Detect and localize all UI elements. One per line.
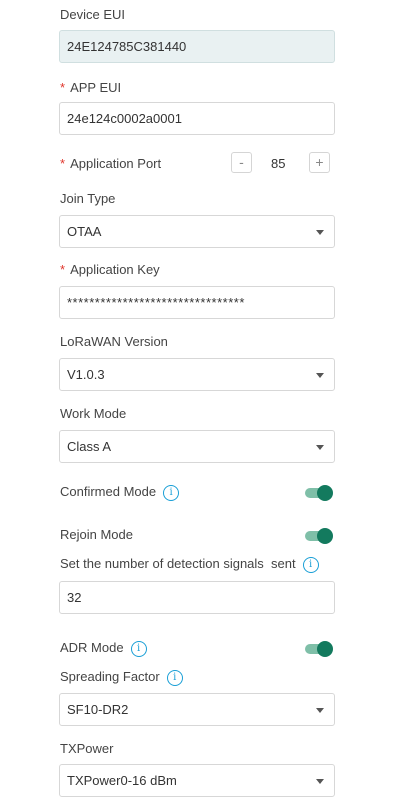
device-eui-field: 24E124785C381440 xyxy=(59,30,335,63)
spreading-factor-value: SF10-DR2 xyxy=(67,702,129,717)
info-icon[interactable]: i xyxy=(130,640,147,657)
chevron-down-icon xyxy=(316,230,324,235)
work-mode-value: Class A xyxy=(67,439,112,454)
detection-signals-label: Set the number of detection signals sent… xyxy=(60,556,319,573)
join-type-value: OTAA xyxy=(67,224,102,239)
application-key-input[interactable]: ******************************** xyxy=(59,286,335,319)
adr-mode-label: ADR Mode i xyxy=(60,640,147,657)
adr-mode-toggle[interactable] xyxy=(305,641,333,657)
device-eui-label: Device EUI xyxy=(60,7,126,22)
info-icon[interactable]: i xyxy=(166,669,183,686)
app-eui-label-text: APP EUI xyxy=(70,80,122,95)
info-icon[interactable]: i xyxy=(302,556,319,573)
confirmed-mode-label-text: Confirmed Mode xyxy=(60,484,157,499)
required-mark: * xyxy=(60,156,66,171)
confirmed-mode-toggle[interactable] xyxy=(305,485,333,501)
info-icon[interactable]: i xyxy=(163,484,180,501)
toggle-knob xyxy=(317,528,333,544)
chevron-down-icon xyxy=(316,708,324,713)
detection-signals-input[interactable]: 32 xyxy=(59,581,335,614)
txpower-value: TXPower0-16 dBm xyxy=(67,773,177,788)
lorawan-version-label: LoRaWAN Version xyxy=(60,334,168,349)
chevron-down-icon xyxy=(316,779,324,784)
spreading-factor-label-text: Spreading Factor xyxy=(60,669,160,684)
join-type-select[interactable]: OTAA xyxy=(59,215,335,248)
port-value[interactable]: 85 xyxy=(271,156,285,171)
spreading-factor-label: Spreading Factor i xyxy=(60,669,183,686)
rejoin-mode-label: Rejoin Mode xyxy=(60,527,133,542)
app-eui-input[interactable]: 24e124c0002a0001 xyxy=(59,102,335,135)
required-mark: * xyxy=(60,80,66,95)
spreading-factor-select[interactable]: SF10-DR2 xyxy=(59,693,335,726)
work-mode-label: Work Mode xyxy=(60,406,127,421)
application-port-label: * Application Port xyxy=(60,156,161,171)
txpower-label: TXPower xyxy=(60,741,114,756)
lorawan-version-select[interactable]: V1.0.3 xyxy=(59,358,335,391)
work-mode-select[interactable]: Class A xyxy=(59,430,335,463)
required-mark: * xyxy=(60,262,66,277)
port-decrement-button[interactable]: - xyxy=(231,152,252,173)
application-key-label-text: Application Key xyxy=(70,262,160,277)
chevron-down-icon xyxy=(316,373,324,378)
app-eui-label: * APP EUI xyxy=(60,80,121,95)
detection-signals-label-text: Set the number of detection signals sent xyxy=(60,556,296,571)
chevron-down-icon xyxy=(316,445,324,450)
adr-mode-label-text: ADR Mode xyxy=(60,640,124,655)
application-port-label-text: Application Port xyxy=(70,156,162,171)
txpower-select[interactable]: TXPower0-16 dBm xyxy=(59,764,335,797)
join-type-label: Join Type xyxy=(60,191,116,206)
port-increment-button[interactable]: + xyxy=(309,152,330,173)
application-key-label: * Application Key xyxy=(60,262,160,277)
toggle-knob xyxy=(317,641,333,657)
toggle-knob xyxy=(317,485,333,501)
confirmed-mode-label: Confirmed Mode i xyxy=(60,484,180,501)
lorawan-version-value: V1.0.3 xyxy=(67,367,105,382)
rejoin-mode-toggle[interactable] xyxy=(305,528,333,544)
